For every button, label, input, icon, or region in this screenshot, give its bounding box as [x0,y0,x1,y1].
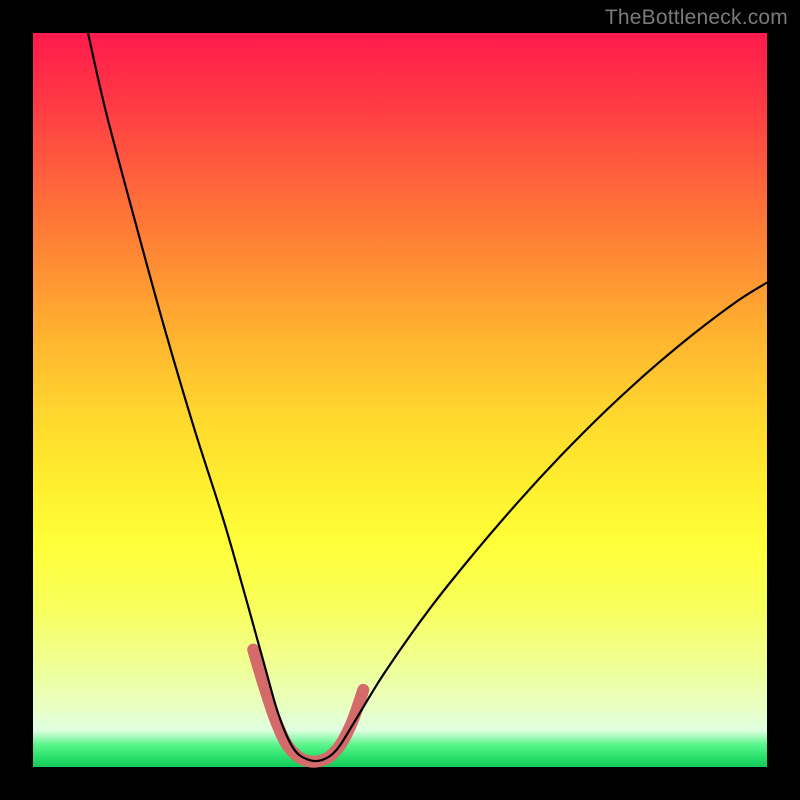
valley-highlight-path [253,650,363,762]
chart-svg [33,33,767,767]
plot-area [33,33,767,767]
outer-frame: TheBottleneck.com [0,0,800,800]
bottleneck-curve-path [88,33,767,761]
watermark-text: TheBottleneck.com [605,6,788,30]
